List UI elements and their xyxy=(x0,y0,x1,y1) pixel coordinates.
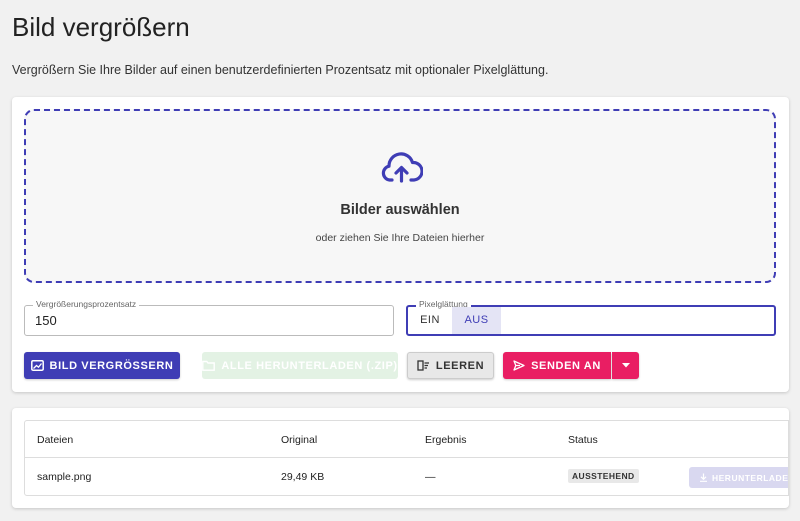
pixel-smoothing-field: Pixelglättung EIN AUS xyxy=(406,299,776,336)
status-badge: AUSSTEHEND xyxy=(568,469,639,483)
dropzone-subtitle: oder ziehen Sie Ihre Dateien hierher xyxy=(315,232,485,244)
download-all-zip-button[interactable]: ALLE HERUNTERLADEN (.ZIP) xyxy=(202,352,398,379)
header-status: Status xyxy=(568,434,598,446)
header-result: Ergebnis xyxy=(425,434,467,446)
table-header-row: Dateien Original Ergebnis Status xyxy=(25,421,788,458)
send-icon xyxy=(513,360,525,371)
enlarge-image-label: BILD VERGRÖSSERN xyxy=(49,359,174,372)
row-download-label: HERUNTERLADEN xyxy=(712,472,789,483)
clear-button[interactable]: LEEREN xyxy=(407,352,494,379)
smoothing-off-toggle[interactable]: AUS xyxy=(452,307,501,334)
image-icon xyxy=(30,360,44,371)
original-size: 29,49 KB xyxy=(281,471,325,483)
percent-field-label: Vergrößerungsprozentsatz xyxy=(33,299,140,309)
folder-download-icon xyxy=(202,360,216,371)
file-dropzone[interactable]: Bilder auswählen oder ziehen Sie Ihre Da… xyxy=(24,109,776,283)
page-subtitle: Vergrößern Sie Ihre Bilder auf einen ben… xyxy=(12,63,549,77)
percent-input[interactable] xyxy=(25,306,393,335)
header-original: Original xyxy=(281,434,318,446)
header-files: Dateien xyxy=(37,434,74,446)
enlarge-image-button[interactable]: BILD VERGRÖSSERN xyxy=(24,352,180,379)
dropzone-title: Bilder auswählen xyxy=(340,202,460,218)
clear-list-icon xyxy=(417,360,429,371)
send-to-label: SENDEN AN xyxy=(531,359,601,372)
files-card: Dateien Original Ergebnis Status sample.… xyxy=(12,408,789,508)
row-download-button[interactable]: HERUNTERLADEN xyxy=(689,467,789,488)
smoothing-on-toggle[interactable]: EIN xyxy=(408,307,452,334)
percent-field: Vergrößerungsprozentsatz xyxy=(24,299,394,336)
file-name: sample.png xyxy=(37,471,92,483)
page-title: Bild vergrößern xyxy=(12,12,190,42)
upload-card: Bilder auswählen oder ziehen Sie Ihre Da… xyxy=(12,97,789,392)
download-all-label: ALLE HERUNTERLADEN (.ZIP) xyxy=(221,359,398,372)
send-to-dropdown-button[interactable] xyxy=(612,352,639,379)
files-table: Dateien Original Ergebnis Status sample.… xyxy=(24,420,789,496)
chevron-down-icon xyxy=(621,363,630,368)
cloud-upload-icon xyxy=(381,152,423,183)
table-row: sample.png 29,49 KB — AUSSTEHEND HERUNTE… xyxy=(25,458,788,495)
clear-label: LEEREN xyxy=(435,359,485,372)
send-to-button[interactable]: SENDEN AN xyxy=(503,352,611,379)
result-size: — xyxy=(425,471,436,483)
download-icon xyxy=(700,473,707,482)
